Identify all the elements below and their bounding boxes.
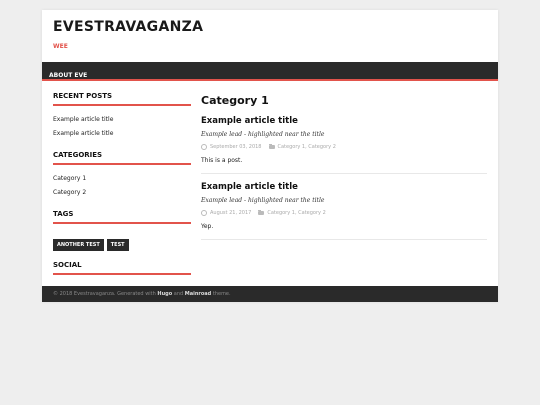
- sidebar: RECENT POSTS Example article title Examp…: [53, 92, 191, 285]
- article-categories[interactable]: Category 1, Category 2: [267, 210, 325, 216]
- footer-theme-link[interactable]: Mainroad: [185, 291, 211, 297]
- article-lead: Example lead - highlighted near the titl…: [201, 131, 325, 138]
- clock-icon: [201, 209, 207, 216]
- widget-title-categories: CATEGORIES: [53, 151, 191, 165]
- widget-categories: CATEGORIES Category 1 Category 2: [53, 151, 191, 200]
- site-tagline: WEE: [53, 43, 68, 50]
- folder-icon: [268, 143, 275, 149]
- footer-copyright: © 2018 Evestravaganza. Generated with: [53, 291, 156, 297]
- widget-title-social: SOCIAL: [53, 261, 191, 275]
- article-date: September 03, 2018: [210, 144, 262, 150]
- main-content: Category 1 Example article title Example…: [201, 94, 487, 248]
- folder-icon: [258, 209, 265, 215]
- widget-social: SOCIAL: [53, 261, 191, 275]
- category-link[interactable]: Category 2: [53, 186, 191, 200]
- article-title[interactable]: Example article title: [201, 116, 487, 127]
- article-body: Yep.: [201, 223, 214, 230]
- tag-link[interactable]: ANOTHER TEST: [53, 239, 104, 251]
- site-footer: © 2018 Evestravaganza. Generated with Hu…: [42, 286, 498, 302]
- article-date: August 21, 2017: [210, 210, 252, 216]
- footer-suffix: theme.: [212, 291, 231, 297]
- footer-hugo-link[interactable]: Hugo: [157, 291, 172, 297]
- clock-icon: [201, 143, 207, 150]
- main-nav: ABOUT EVE: [42, 62, 498, 81]
- footer-and: and: [173, 291, 184, 297]
- article-body: This is a post.: [201, 157, 243, 164]
- recent-post-link[interactable]: Example article title: [53, 113, 191, 127]
- article-categories[interactable]: Category 1, Category 2: [278, 144, 336, 150]
- article-card: Example article title Example lead - hig…: [201, 182, 487, 240]
- widget-recent-posts: RECENT POSTS Example article title Examp…: [53, 92, 191, 141]
- site-header: EVESTRAVAGANZA WEE: [42, 10, 498, 62]
- recent-post-link[interactable]: Example article title: [53, 127, 191, 141]
- article-card: Example article title Example lead - hig…: [201, 116, 487, 174]
- article-meta: August 21, 2017 Category 1, Category 2: [201, 209, 487, 217]
- category-link[interactable]: Category 1: [53, 172, 191, 186]
- article-lead: Example lead - highlighted near the titl…: [201, 197, 325, 204]
- page-container: EVESTRAVAGANZA WEE ABOUT EVE RECENT POST…: [42, 10, 498, 302]
- article-meta: September 03, 2018 Category 1, Category 2: [201, 143, 487, 151]
- widget-title-tags: TAGS: [53, 210, 191, 224]
- widget-tags: TAGS ANOTHER TEST TEST: [53, 210, 191, 251]
- site-title[interactable]: EVESTRAVAGANZA: [53, 19, 487, 36]
- article-title[interactable]: Example article title: [201, 182, 487, 193]
- nav-item-about-eve[interactable]: ABOUT EVE: [42, 67, 94, 84]
- tag-link[interactable]: TEST: [106, 239, 129, 251]
- widget-title-recent-posts: RECENT POSTS: [53, 92, 191, 106]
- page-title: Category 1: [201, 94, 269, 107]
